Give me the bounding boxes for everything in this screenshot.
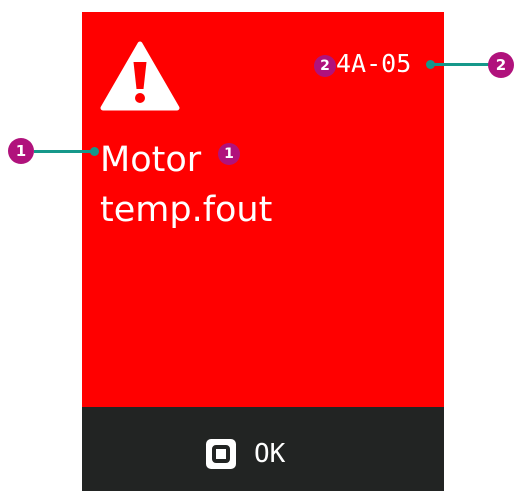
- error-code: 4A-05: [336, 49, 412, 78]
- callout-badge-2: 2: [488, 52, 514, 78]
- callout-badge-1: 1: [8, 138, 34, 164]
- callout-leader-1: [34, 150, 92, 153]
- device-screen: 4A-05 Motor temp.fout OK: [82, 12, 444, 491]
- footer-bar: OK: [82, 407, 444, 491]
- ok-button[interactable]: OK: [206, 437, 285, 471]
- callout-leader-2: [431, 63, 489, 66]
- error-screen-body: 4A-05 Motor temp.fout: [82, 12, 444, 407]
- callout-inline-badge-1: 1: [218, 143, 240, 165]
- callout-dot-1: [90, 147, 99, 156]
- warning-triangle-icon: [100, 41, 180, 111]
- error-message-line: temp.fout: [100, 190, 273, 230]
- error-message: Motor temp.fout: [100, 135, 420, 235]
- callout-inline-badge-2: 2: [314, 55, 336, 77]
- square-button-icon: [206, 439, 236, 469]
- ok-label: OK: [254, 439, 286, 469]
- annotated-figure: 4A-05 Motor temp.fout OK 1 1 2 2: [0, 0, 520, 491]
- error-message-line: Motor: [100, 140, 202, 180]
